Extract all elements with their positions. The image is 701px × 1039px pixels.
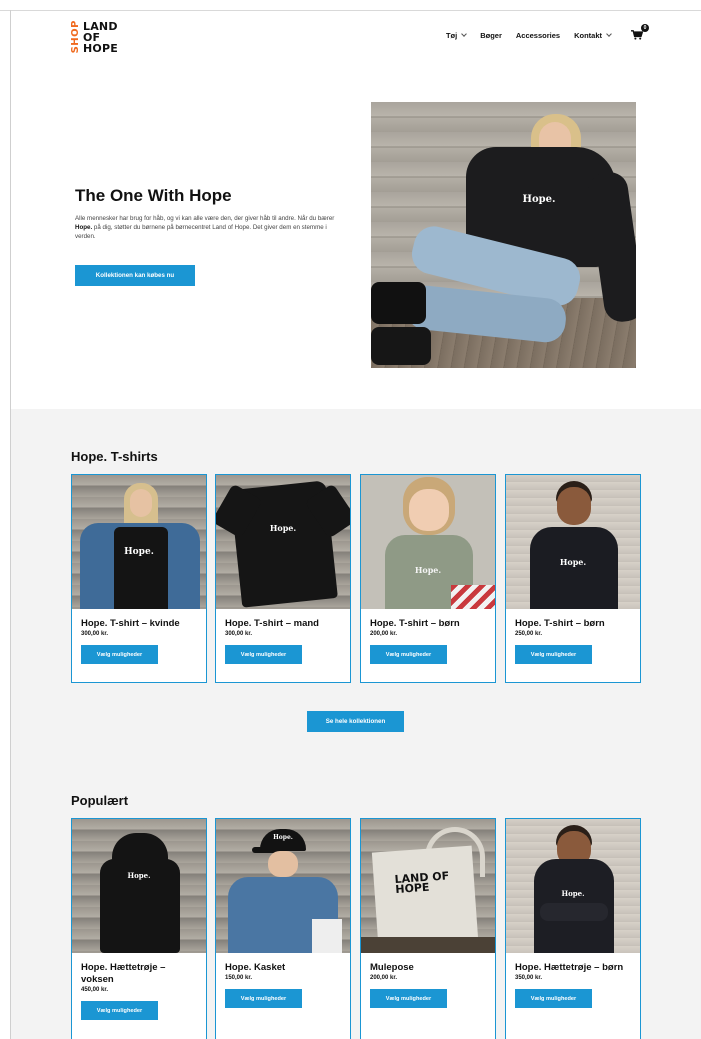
product-image: Hope.	[216, 819, 350, 953]
product-image: Hope.	[506, 819, 640, 953]
hero-shop-button[interactable]: Kollektionen kan købes nu	[75, 265, 195, 286]
shirt-print: Hope.	[559, 557, 587, 567]
product-card[interactable]: LAND OF HOPE Mulepose 200,00 kr. Vælg mu…	[360, 818, 496, 1039]
product-title[interactable]: Hope. T-shirt – kvinde	[81, 618, 197, 630]
nav-item-toj[interactable]: Tøj	[445, 30, 468, 40]
product-title[interactable]: Hope. Kasket	[225, 962, 341, 974]
nav-item-kontakt[interactable]: Kontakt	[574, 30, 612, 40]
person-shirt	[530, 527, 618, 609]
hero-text-part-2: på dig, støtter du børnene på børnecentr…	[75, 224, 327, 240]
product-image: Hope.	[72, 475, 206, 609]
product-title[interactable]: Mulepose	[370, 962, 486, 974]
product-card[interactable]: Hope. Hope. Kasket 150,00 kr. Vælg mulig…	[215, 818, 351, 1039]
person-face	[268, 851, 298, 877]
logo-line-1: LAND	[83, 19, 118, 33]
bench	[361, 937, 495, 953]
product-image: LAND OF HOPE	[361, 819, 495, 953]
see-all-collection-button[interactable]: Se hele kollektionen	[307, 711, 404, 732]
logo-line-3: HOPE	[83, 41, 118, 55]
choose-options-button[interactable]: Vælg muligheder	[81, 645, 158, 664]
product-card[interactable]: Hope. Hope. T-shirt – kvinde 300,00 kr. …	[71, 474, 207, 683]
choose-options-button[interactable]: Vælg muligheder	[370, 989, 447, 1008]
page-frame-top	[0, 10, 701, 11]
product-price: 200,00 kr.	[370, 975, 398, 981]
product-price: 300,00 kr.	[225, 631, 253, 637]
cart-count-badge: 0	[641, 24, 649, 32]
hero-title: The One With Hope	[75, 186, 232, 205]
chevron-down-icon	[461, 31, 468, 37]
product-title[interactable]: Hope. T-shirt – mand	[225, 618, 341, 630]
product-card[interactable]: Hope. Hope. Hættetrøje – voksen 450,00 k…	[71, 818, 207, 1039]
product-price: 200,00 kr.	[370, 631, 398, 637]
hoodie-print: Hope.	[127, 871, 151, 880]
product-price: 350,00 kr.	[515, 975, 543, 981]
shirt-print: Hope.	[269, 523, 297, 533]
hero-hoodie-print: Hope.	[522, 194, 556, 205]
choose-options-button[interactable]: Vælg muligheder	[515, 645, 592, 664]
product-price: 250,00 kr.	[515, 631, 543, 637]
crossed-arms	[540, 903, 608, 921]
product-image: Hope.	[216, 475, 350, 609]
person-face	[409, 489, 449, 531]
site-logo[interactable]: SHOP LAND OF HOPE	[70, 18, 118, 56]
product-price: 150,00 kr.	[225, 975, 253, 981]
popular-section-title: Populært	[71, 793, 129, 808]
product-title[interactable]: Hope. Hættetrøje – børn	[515, 962, 631, 974]
product-card[interactable]: Hope. Hope. Hættetrøje – børn 350,00 kr.…	[505, 818, 641, 1039]
product-price: 300,00 kr.	[81, 631, 109, 637]
cart-button[interactable]: 0	[631, 24, 649, 40]
product-title[interactable]: Hope. Hættetrøje – voksen	[81, 962, 197, 986]
hero-text-bold: Hope.	[75, 224, 93, 231]
product-title[interactable]: Hope. T-shirt – børn	[370, 618, 486, 630]
nav-item-boger[interactable]: Bøger	[480, 31, 502, 40]
hero-text-part-1: Alle mennesker har brug for håb, og vi k…	[75, 215, 335, 222]
logo-shop-text: SHOP	[70, 20, 81, 54]
hero-person-boot-2	[371, 327, 431, 365]
main-nav: Tøj Bøger Accessories Kontakt 0	[445, 24, 649, 40]
nav-item-label: Kontakt	[574, 30, 602, 40]
cap-print: Hope.	[273, 834, 293, 841]
person-face	[557, 487, 591, 525]
striped-cloth	[451, 585, 495, 609]
choose-options-button[interactable]: Vælg muligheder	[225, 989, 302, 1008]
choose-options-button[interactable]: Vælg muligheder	[81, 1001, 158, 1020]
product-image: Hope.	[72, 819, 206, 953]
person-shirt	[114, 527, 168, 609]
nav-item-label: Tøj	[445, 30, 458, 40]
hero-image: Hope.	[371, 102, 636, 368]
logo-line-2: OF	[83, 30, 101, 44]
tote-corner	[312, 919, 342, 953]
tshirts-section-title: Hope. T-shirts	[71, 449, 158, 464]
nav-item-label: Bøger	[480, 30, 502, 40]
product-title[interactable]: Hope. T-shirt – børn	[515, 618, 631, 630]
cart-icon	[631, 30, 643, 40]
tote-bag	[371, 845, 479, 947]
choose-options-button[interactable]: Vælg muligheder	[225, 645, 302, 664]
product-price: 450,00 kr.	[81, 987, 109, 993]
shirt-print: Hope.	[124, 547, 154, 557]
product-image: Hope.	[506, 475, 640, 609]
nav-item-label: Accessories	[515, 30, 561, 40]
product-card[interactable]: Hope. Hope. T-shirt – børn 250,00 kr. Væ…	[505, 474, 641, 683]
choose-options-button[interactable]: Vælg muligheder	[515, 989, 592, 1008]
product-card[interactable]: Hope. Hope. T-shirt – børn 200,00 kr. Væ…	[360, 474, 496, 683]
shirt-print: Hope.	[414, 565, 442, 575]
chevron-down-icon	[606, 31, 612, 37]
hoodie-print: Hope.	[561, 889, 585, 898]
product-card[interactable]: Hope. Hope. T-shirt – mand 300,00 kr. Væ…	[215, 474, 351, 683]
nav-item-accessories[interactable]: Accessories	[516, 31, 560, 40]
hero-description: Alle mennesker har brug for håb, og vi k…	[75, 214, 340, 241]
person-face	[130, 489, 152, 517]
hero-person-boot-1	[371, 282, 426, 324]
tote-print: LAND OF HOPE	[394, 869, 450, 897]
product-image: Hope.	[361, 475, 495, 609]
choose-options-button[interactable]: Vælg muligheder	[370, 645, 447, 664]
